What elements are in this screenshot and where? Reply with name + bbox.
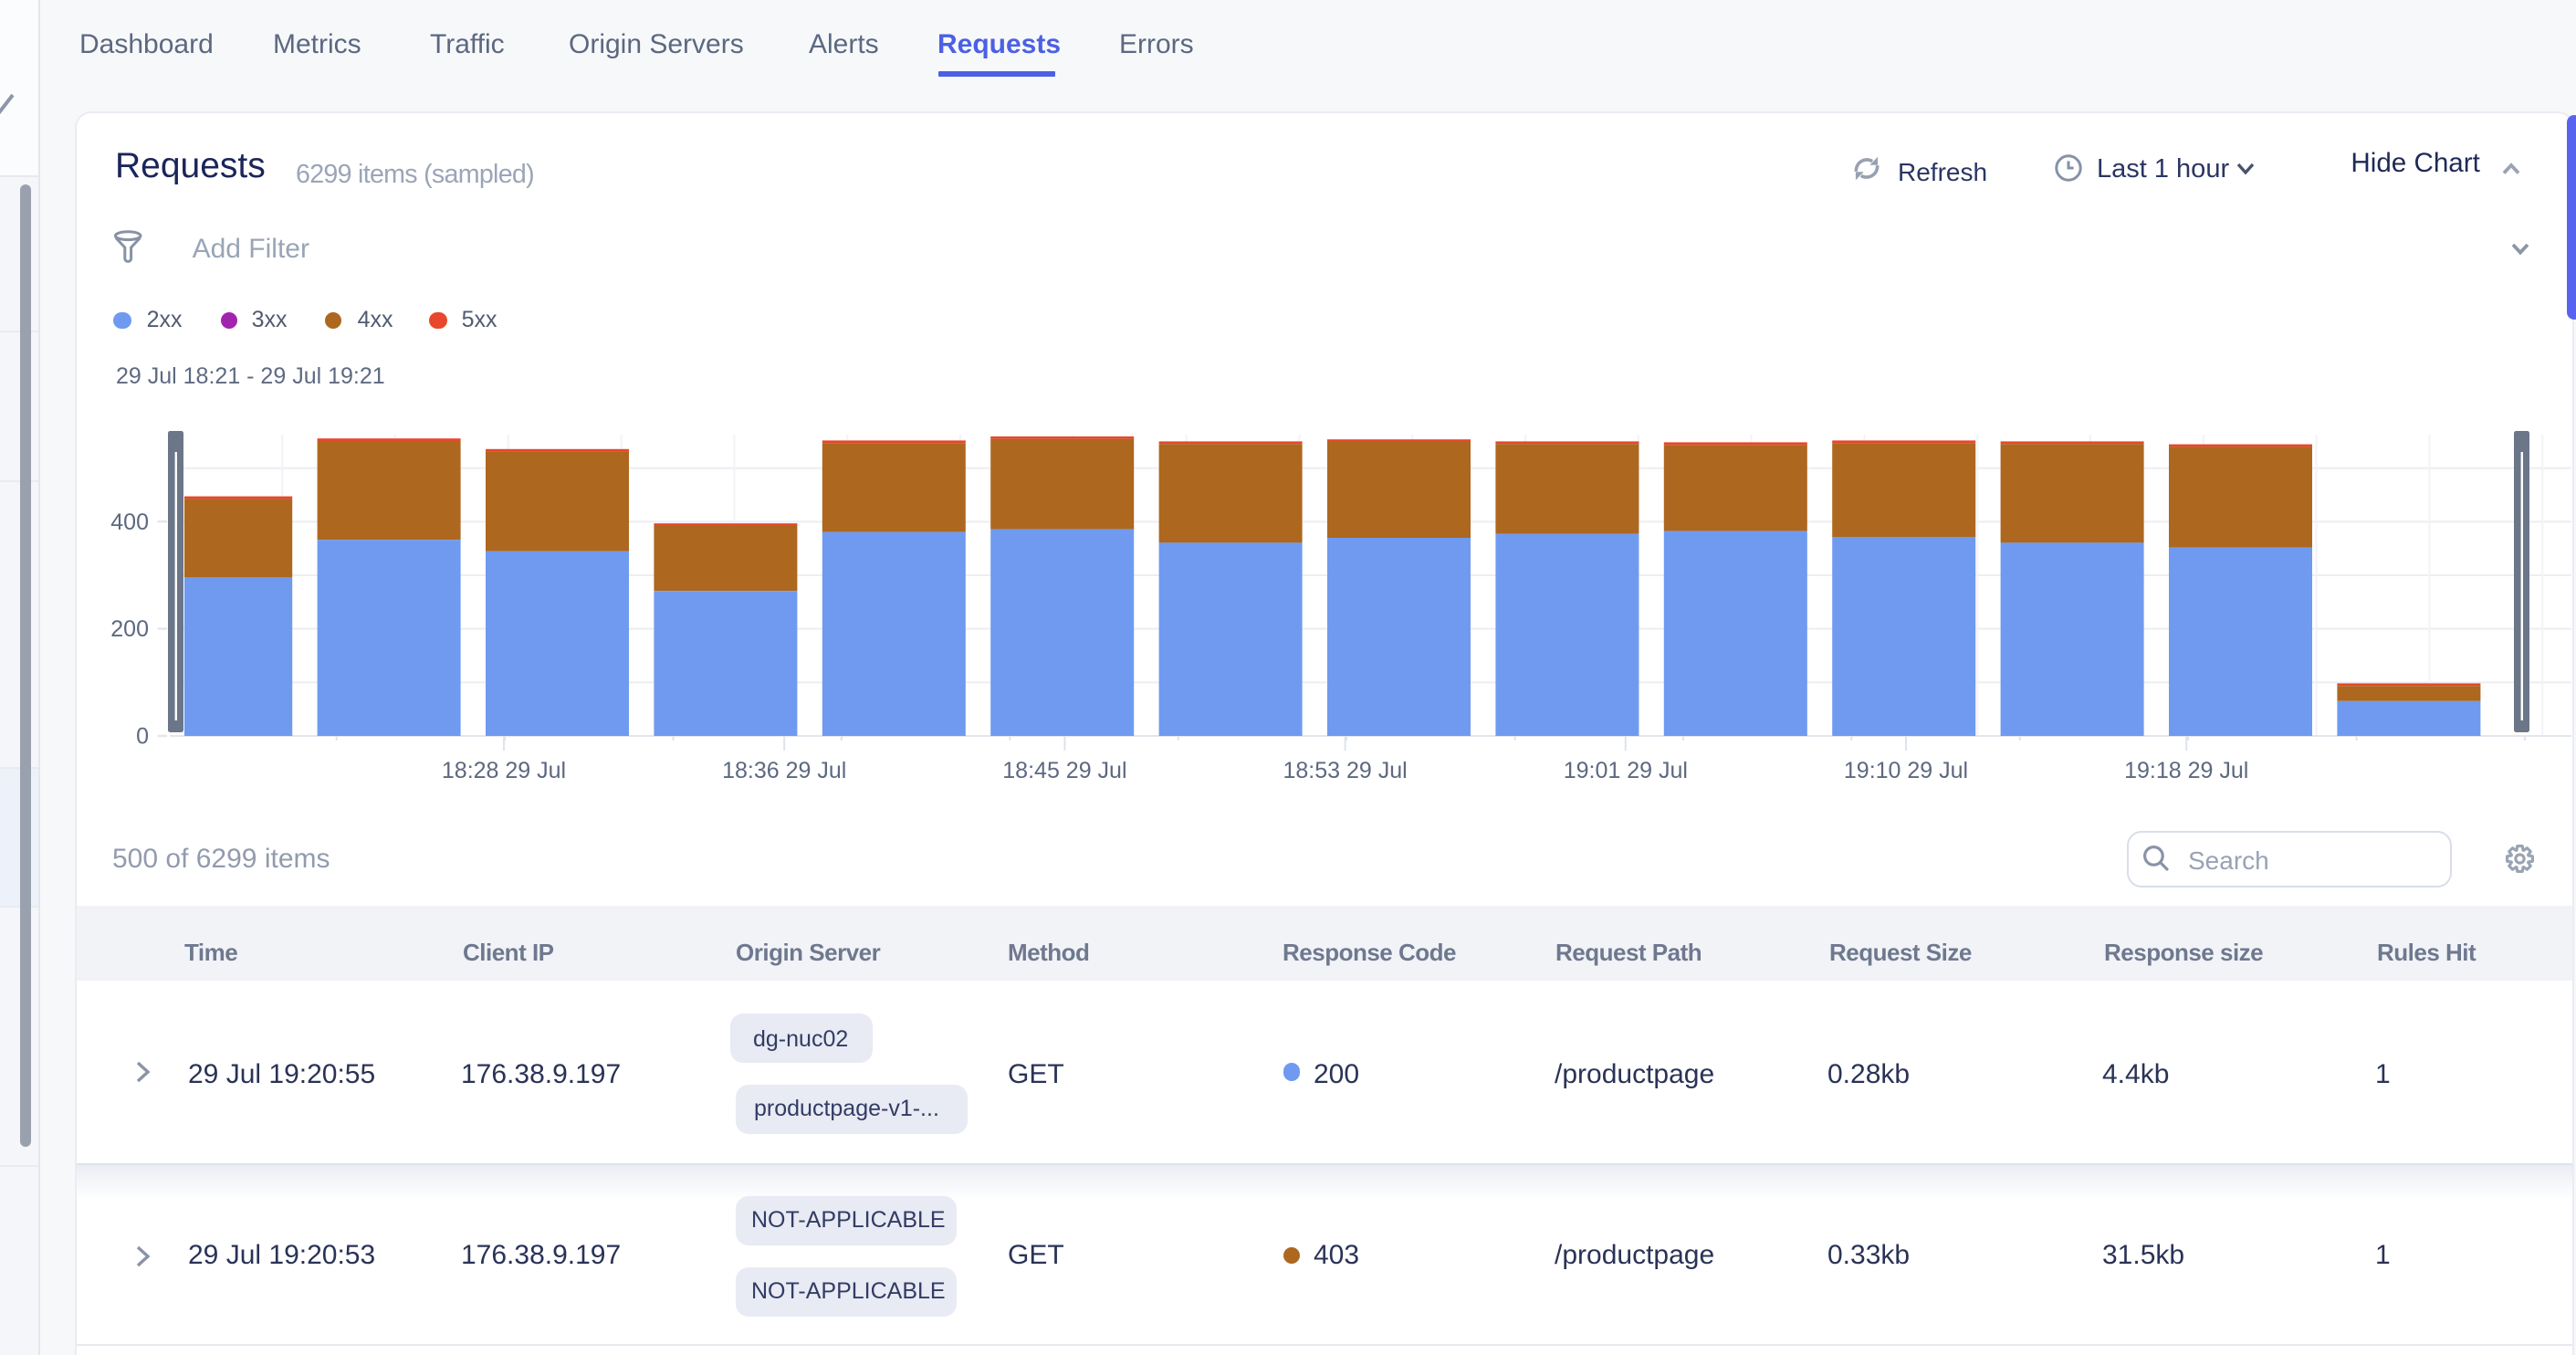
svg-text:19:18 29 Jul: 19:18 29 Jul bbox=[2124, 758, 2248, 783]
svg-text:18:36 29 Jul: 18:36 29 Jul bbox=[722, 758, 846, 783]
svg-text:0: 0 bbox=[136, 723, 149, 749]
svg-text:19:01 29 Jul: 19:01 29 Jul bbox=[1564, 758, 1688, 783]
svg-text:400: 400 bbox=[110, 509, 149, 535]
svg-text:18:28 29 Jul: 18:28 29 Jul bbox=[442, 758, 566, 783]
svg-text:200: 200 bbox=[110, 616, 149, 642]
svg-text:18:53 29 Jul: 18:53 29 Jul bbox=[1283, 758, 1407, 783]
svg-text:19:10 29 Jul: 19:10 29 Jul bbox=[1844, 758, 1968, 783]
svg-text:18:45 29 Jul: 18:45 29 Jul bbox=[1002, 758, 1126, 783]
